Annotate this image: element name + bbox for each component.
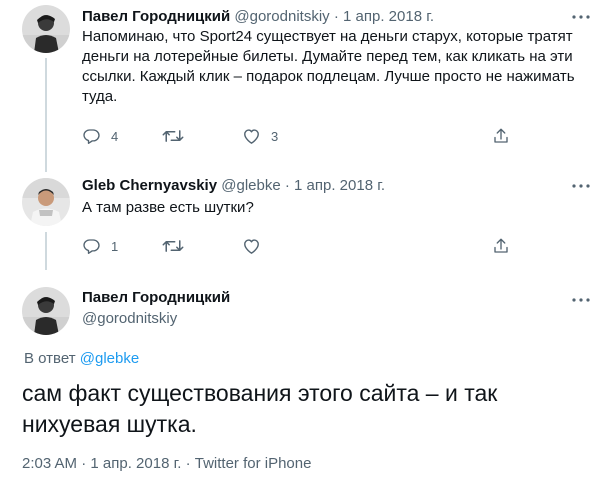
- author-name[interactable]: Павел Городницкий: [82, 288, 230, 308]
- tweet-header: Павел Городницкий @gorodnitskiy · 1 апр.…: [82, 7, 434, 27]
- retweet-button[interactable]: [162, 126, 194, 146]
- author-name[interactable]: Gleb Chernyavskiy: [82, 177, 217, 194]
- avatar[interactable]: [22, 178, 70, 226]
- tweet-text: А там разве есть шутки?: [82, 199, 254, 216]
- like-button[interactable]: [242, 236, 271, 256]
- tweet-actions: 1: [82, 236, 512, 256]
- tweet-text: Напоминаю, что Sport24 существует на ден…: [82, 28, 575, 105]
- reply-icon: [83, 239, 100, 254]
- avatar[interactable]: [22, 5, 70, 53]
- reply-count: 4: [111, 128, 119, 144]
- like-icon: [244, 239, 259, 254]
- author-name[interactable]: Павел Городницкий: [82, 8, 230, 25]
- author-handle[interactable]: @glebke: [221, 177, 280, 194]
- retweet-button[interactable]: [162, 236, 194, 256]
- more-icon[interactable]: [570, 290, 592, 310]
- retweet-icon: [162, 240, 184, 252]
- tweet-source[interactable]: Twitter for iPhone: [195, 455, 312, 472]
- tweet-date[interactable]: 1 апр. 2018 г.: [343, 8, 434, 25]
- thread-line: [45, 232, 47, 270]
- separator: ·: [185, 455, 191, 472]
- retweet-icon: [162, 130, 184, 142]
- tweet-text: сам факт существования этого сайта – и т…: [22, 380, 498, 437]
- avatar[interactable]: [22, 287, 70, 335]
- like-icon: [244, 129, 259, 144]
- tweet-time[interactable]: 2:03 AM: [22, 455, 77, 472]
- tweet-header: Gleb Chernyavskiy @glebke · 1 апр. 2018 …: [82, 176, 385, 196]
- author-handle[interactable]: @gorodnitskiy: [234, 8, 329, 25]
- reply-context: В ответ @glebke: [24, 349, 139, 369]
- separator: ·: [284, 177, 290, 194]
- reply-count: 1: [111, 238, 119, 254]
- tweet-footer: 2:03 AM · 1 апр. 2018 г. · Twitter for i…: [22, 454, 311, 474]
- reply-button[interactable]: 1: [82, 236, 118, 256]
- share-icon: [494, 128, 508, 143]
- separator: ·: [81, 455, 87, 472]
- like-count: 3: [271, 128, 279, 144]
- more-icon[interactable]: [570, 176, 592, 196]
- tweet-actions: 4 3: [82, 126, 512, 146]
- author-handle[interactable]: @gorodnitskiy: [82, 309, 177, 329]
- reply-to-link[interactable]: @glebke: [80, 350, 139, 367]
- tweet-date[interactable]: 1 апр. 2018 г.: [294, 177, 385, 194]
- share-button[interactable]: [492, 126, 510, 146]
- share-button[interactable]: [492, 236, 510, 256]
- reply-button[interactable]: 4: [82, 126, 118, 146]
- thread-line: [45, 58, 47, 172]
- reply-prefix: В ответ: [24, 350, 76, 367]
- share-icon: [494, 238, 508, 253]
- reply-icon: [83, 129, 100, 144]
- more-icon[interactable]: [570, 7, 592, 27]
- separator: ·: [333, 8, 339, 25]
- like-button[interactable]: 3: [242, 126, 278, 146]
- tweet-date[interactable]: 1 апр. 2018 г.: [90, 455, 181, 472]
